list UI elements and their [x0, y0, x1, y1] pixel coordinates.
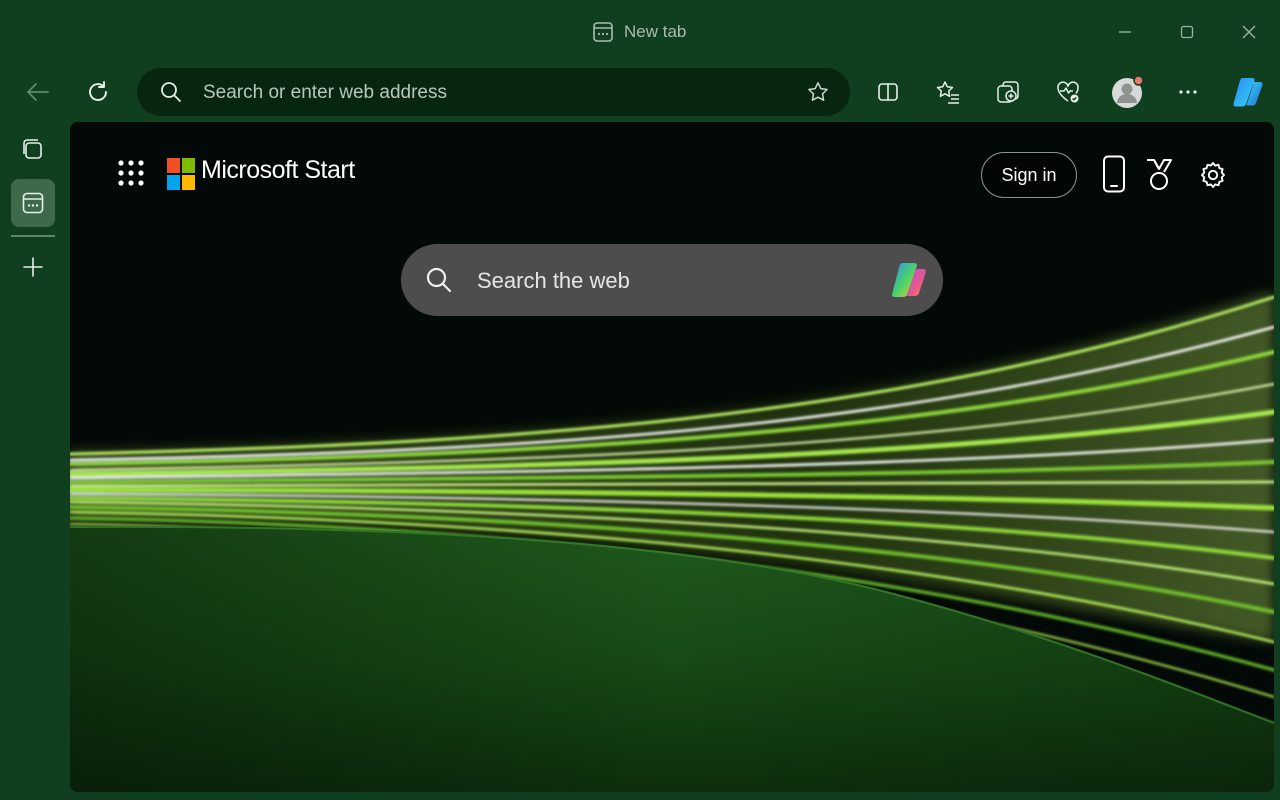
copilot-icon [888, 259, 930, 301]
address-bar[interactable] [137, 68, 850, 116]
search-icon [159, 80, 183, 104]
sidebar-divider [11, 235, 55, 237]
web-search-input[interactable] [475, 264, 869, 298]
more-button[interactable] [1166, 70, 1210, 114]
collections-button[interactable] [986, 70, 1030, 114]
toolbar-actions [866, 70, 1280, 114]
window-controls [1094, 10, 1280, 54]
close-icon [1241, 24, 1257, 40]
phone-icon [1102, 155, 1126, 193]
favorites-button[interactable] [926, 70, 970, 114]
favorites-list-icon [935, 79, 961, 105]
microsoft-logo-icon[interactable] [167, 158, 195, 190]
settings-button[interactable] [1190, 152, 1236, 198]
sign-in-button[interactable]: Sign in [981, 152, 1077, 198]
refresh-button[interactable] [78, 72, 118, 112]
address-input[interactable] [201, 76, 785, 110]
browser-essentials-button[interactable] [1046, 70, 1090, 114]
tab-page-icon [21, 191, 45, 215]
split-screen-icon [876, 80, 900, 104]
avatar-icon [1110, 74, 1146, 110]
heart-pulse-icon [1055, 79, 1081, 105]
tab-page-icon [592, 21, 614, 43]
copilot-search-button[interactable] [887, 258, 931, 302]
brand-name[interactable]: Microsoft Start [201, 156, 355, 185]
collections-icon [995, 79, 1021, 105]
mobile-app-button[interactable] [1092, 152, 1136, 196]
copilot-button[interactable] [1226, 70, 1270, 114]
app-grid-icon [117, 159, 145, 187]
ellipsis-icon [1176, 80, 1200, 104]
rewards-button[interactable] [1136, 152, 1182, 198]
back-button[interactable] [18, 72, 58, 112]
gear-icon [1198, 160, 1228, 190]
medal-icon [1144, 158, 1174, 192]
profile-button[interactable] [1106, 70, 1150, 114]
arrow-left-icon [25, 79, 51, 105]
maximize-button[interactable] [1156, 10, 1218, 54]
minimize-button[interactable] [1094, 10, 1156, 54]
star-icon[interactable] [806, 80, 830, 104]
close-button[interactable] [1218, 10, 1280, 54]
refresh-icon [85, 79, 111, 105]
tab-title[interactable]: New tab [592, 20, 686, 44]
maximize-icon [1179, 24, 1195, 40]
new-tab-button[interactable] [12, 246, 54, 288]
web-search-box[interactable] [401, 244, 943, 316]
page-content: Microsoft Start Sign in [70, 122, 1274, 792]
split-screen-button[interactable] [866, 70, 910, 114]
copilot-icon [1230, 74, 1266, 110]
tab-actions-button[interactable] [12, 128, 54, 170]
title-bar[interactable]: New tab [0, 0, 1280, 64]
app-launcher-button[interactable] [112, 154, 150, 192]
tab-actions-icon [21, 137, 45, 161]
vertical-tab-new-tab[interactable] [11, 179, 55, 227]
search-icon [425, 266, 453, 294]
tab-title-text: New tab [624, 22, 687, 41]
minimize-icon [1117, 24, 1133, 40]
background-wallpaper [70, 122, 1274, 792]
plus-icon [21, 255, 45, 279]
